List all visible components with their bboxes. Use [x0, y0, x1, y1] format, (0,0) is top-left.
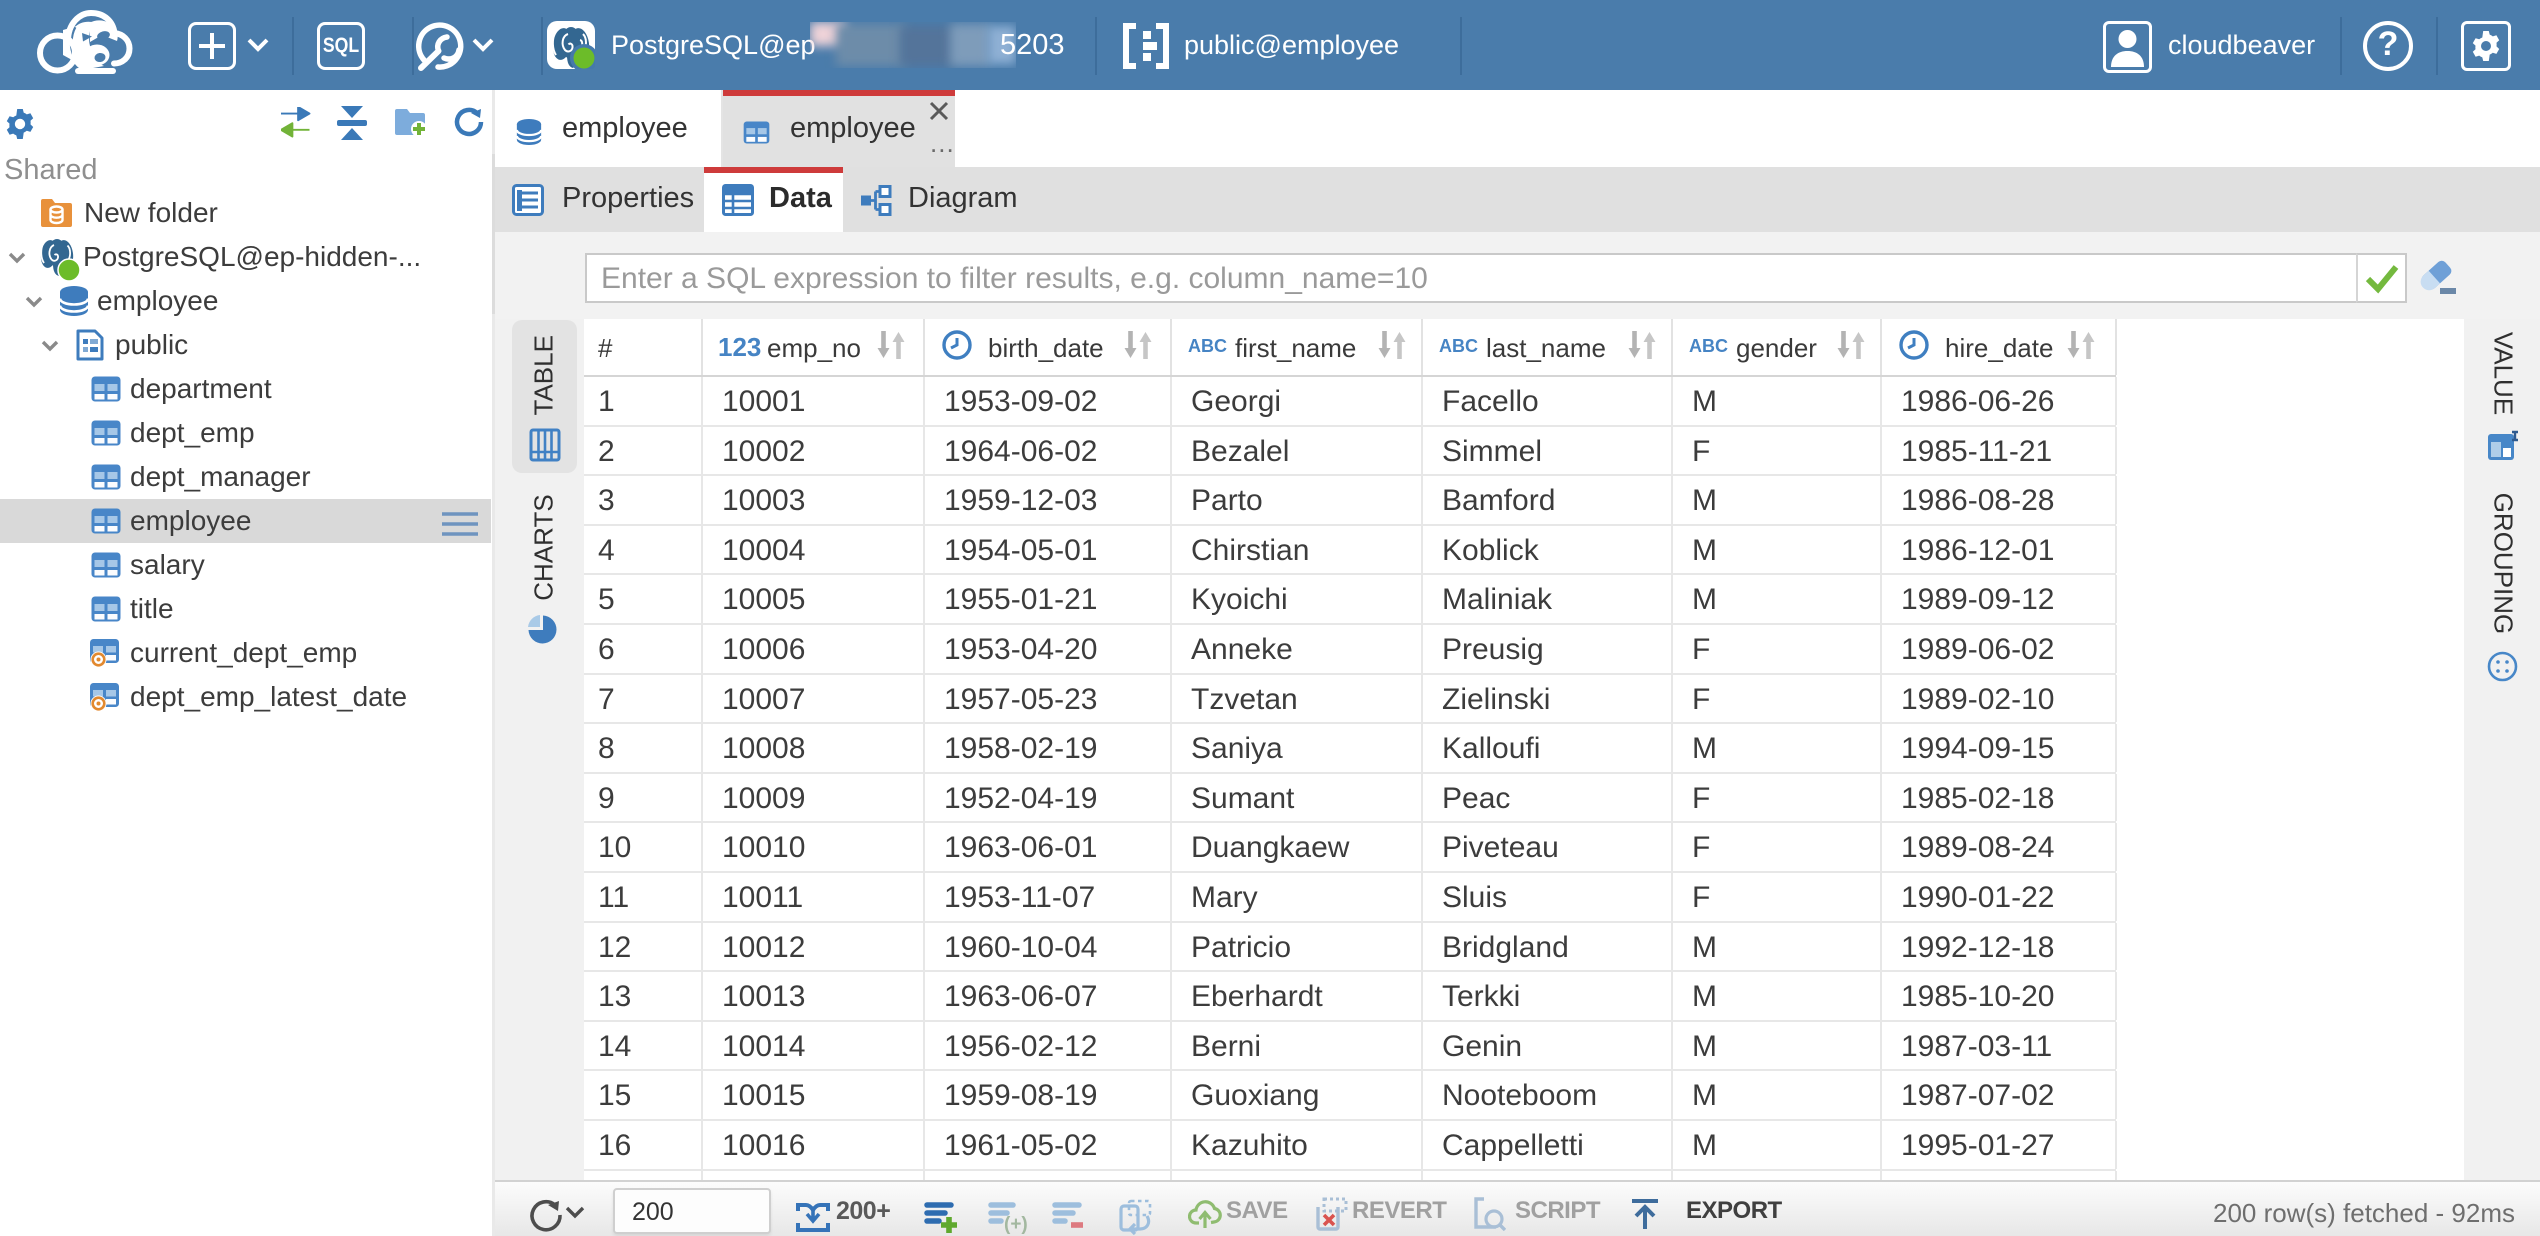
svg-text:(+): (+) — [1004, 1214, 1028, 1234]
